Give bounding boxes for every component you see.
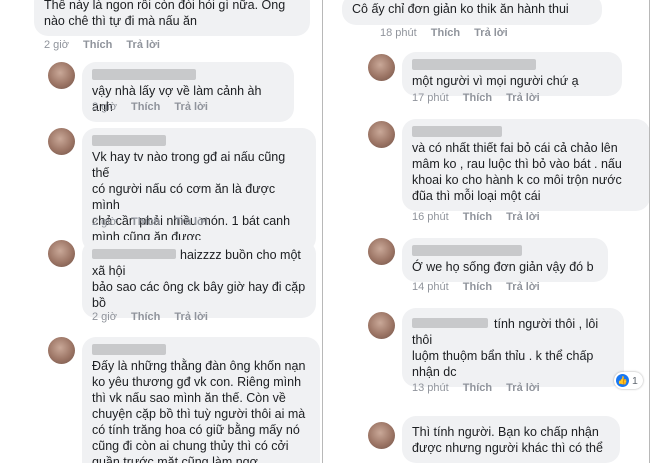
reply-button[interactable]: Trả lời [506, 92, 540, 104]
blurred-username [412, 59, 536, 70]
blurred-username [412, 126, 502, 137]
like-button[interactable]: Thích [463, 382, 492, 394]
comment-meta: 16 phút Thích Trả lời [412, 211, 540, 223]
comment-bubble: Cô ấy chỉ đơn giản ko thik ăn hành thui [342, 0, 602, 25]
reaction-badge[interactable]: 👍 1 [614, 372, 643, 389]
comment-bubble: tính người thôi , lôi thôi luộm thuộm bẩ… [402, 308, 624, 387]
comment-bubble: Ớ we họ sống đơn giản vậy đó b [402, 238, 608, 282]
like-button[interactable]: Thích [431, 27, 460, 39]
comment-time: 13 phút [412, 382, 449, 394]
comment-meta: 13 phút Thích Trả lời [412, 382, 540, 394]
comment-time: 17 phút [412, 92, 449, 104]
reply-button[interactable]: Trả lời [174, 101, 208, 113]
reply-button[interactable]: Trả lời [506, 382, 540, 394]
avatar[interactable] [368, 312, 395, 339]
like-button[interactable]: Thích [131, 101, 160, 113]
reply-button[interactable]: Trả lời [506, 211, 540, 223]
blurred-username [412, 245, 522, 256]
reply-button[interactable]: Trả lời [174, 216, 208, 228]
blurred-username [92, 135, 166, 146]
comment-text: Đấy là những thằng đàn ông khốn nạn ko y… [92, 359, 306, 463]
comment-meta: 17 phút Thích Trả lời [412, 92, 540, 104]
comment-thread-left: Thế này là ngon rồi còn đòi hỏi gì nữa. … [0, 0, 322, 463]
comment-text: Vk hay tv nào trong gđ ai nấu cũng thế c… [92, 150, 291, 244]
comment-meta: 2 giờ Thích Trả lời [92, 101, 208, 113]
comment-meta: 2 giờ Thích Trả lời [92, 216, 208, 228]
reply-button[interactable]: Trả lời [506, 281, 540, 293]
comment-text: và có nhất thiết fai bỏ cái cả chảo lên … [412, 141, 622, 203]
like-button[interactable]: Thích [463, 211, 492, 223]
comment-bubble: vậy nhà lấy vợ về làm cảnh àh anh [82, 62, 294, 122]
comment-bubble: Thì tính người. Bạn ko chấp nhận được nh… [402, 416, 620, 463]
comment-meta: 18 phút Thích Trả lời [380, 27, 508, 39]
comment-meta: 2 giờ Thích Trả lời [44, 39, 160, 51]
like-button[interactable]: Thích [463, 281, 492, 293]
reply-button[interactable]: Trả lời [174, 311, 208, 323]
avatar[interactable] [48, 337, 75, 364]
comment-time: 2 giờ [92, 216, 117, 228]
comment-text: một người vì mọi người chứ ạ [412, 74, 579, 88]
comment-time: 16 phút [412, 211, 449, 223]
avatar[interactable] [368, 121, 395, 148]
comment-thread-right: Cô ấy chỉ đơn giản ko thik ăn hành thui … [336, 0, 650, 463]
comment-time: 18 phút [380, 27, 417, 39]
blurred-username [92, 344, 166, 355]
reaction-count: 1 [632, 374, 638, 387]
blurred-username [92, 248, 176, 259]
thumbs-up-icon: 👍 [616, 374, 629, 387]
avatar[interactable] [48, 62, 75, 89]
avatar[interactable] [48, 240, 75, 267]
comment-bubble: Vk hay tv nào trong gđ ai nấu cũng thế c… [82, 128, 316, 252]
screenshot-gap [323, 0, 336, 463]
comment-time: 2 giờ [44, 39, 69, 51]
blurred-username [92, 69, 196, 80]
like-button[interactable]: Thích [131, 216, 160, 228]
comment-meta: 2 giờ Thích Trả lời [92, 311, 208, 323]
reply-button[interactable]: Trả lời [126, 39, 160, 51]
comment-time: 2 giờ [92, 101, 117, 113]
reply-button[interactable]: Trả lời [474, 27, 508, 39]
blurred-username [412, 317, 488, 328]
comment-text: Thì tính người. Bạn ko chấp nhận được nh… [412, 425, 603, 455]
avatar[interactable] [368, 422, 395, 449]
avatar[interactable] [48, 128, 75, 155]
comment-text: Cô ấy chỉ đơn giản ko thik ăn hành thui [352, 2, 569, 16]
comment-text: Ớ we họ sống đơn giản vậy đó b [412, 260, 594, 274]
like-button[interactable]: Thích [463, 92, 492, 104]
comment-bubble: một người vì mọi người chứ ạ [402, 52, 622, 96]
comment-time: 2 giờ [92, 311, 117, 323]
comment-bubble: haizzzz buồn cho một xã hội bảo sao các … [82, 240, 316, 318]
avatar[interactable] [368, 238, 395, 265]
comment-bubble: Thế này là ngon rồi còn đòi hỏi gì nữa. … [34, 0, 310, 36]
comment-time: 14 phút [412, 281, 449, 293]
comment-text: Thế này là ngon rồi còn đòi hỏi gì nữa. … [44, 0, 286, 28]
like-button[interactable]: Thích [83, 39, 112, 51]
comment-bubble: và có nhất thiết fai bỏ cái cả chảo lên … [402, 119, 650, 211]
avatar[interactable] [368, 54, 395, 81]
comment-bubble: Đấy là những thằng đàn ông khốn nạn ko y… [82, 337, 320, 463]
comment-meta: 14 phút Thích Trả lời [412, 281, 540, 293]
like-button[interactable]: Thích [131, 311, 160, 323]
